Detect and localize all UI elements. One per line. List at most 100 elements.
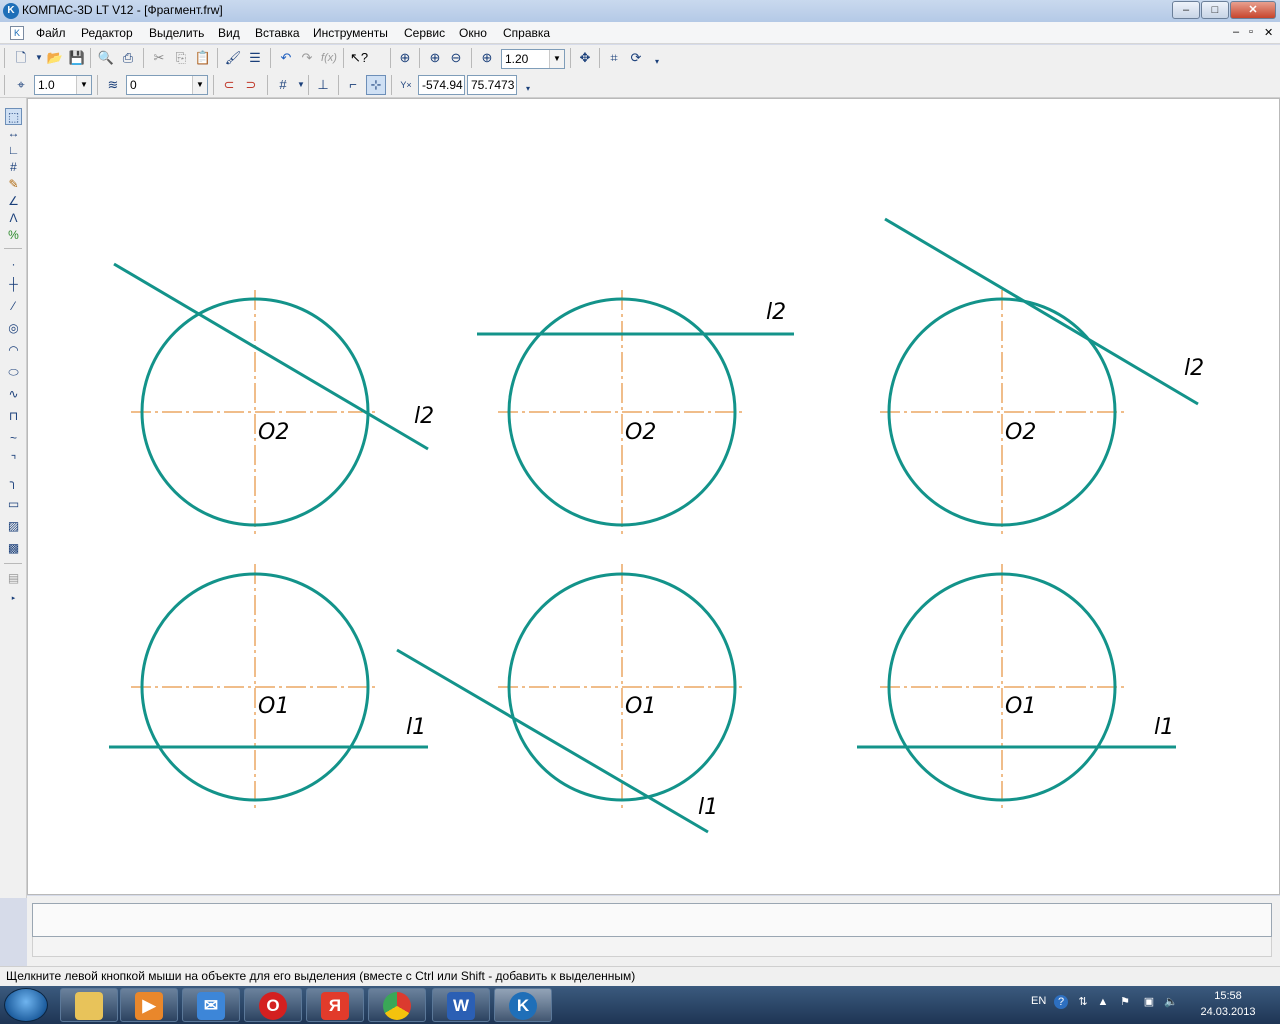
panel-more-icon[interactable]: ▸: [5, 590, 22, 607]
doc-restore-button[interactable]: ▫: [1249, 26, 1253, 38]
snap-global-icon[interactable]: ⊃: [242, 76, 260, 94]
library-icon[interactable]: ▤: [5, 570, 22, 587]
save-icon[interactable]: 💾: [68, 49, 86, 67]
open-icon[interactable]: 📂: [46, 49, 64, 67]
select-icon[interactable]: ⬚: [5, 108, 22, 125]
redo-icon[interactable]: ↷: [298, 49, 316, 67]
ellipse-icon[interactable]: ⬭: [5, 364, 22, 381]
taskbar-chrome[interactable]: [368, 988, 426, 1022]
coord-y-field[interactable]: 75.7473: [467, 75, 517, 95]
ortho-icon[interactable]: ⌐: [344, 76, 362, 94]
refresh-icon[interactable]: ⟳: [627, 49, 645, 67]
show-hidden-icon[interactable]: ▲: [1096, 995, 1110, 1009]
taskbar-explorer[interactable]: [60, 988, 118, 1022]
menu-view[interactable]: Вид: [218, 26, 240, 40]
chevron-down-icon[interactable]: ▼: [76, 76, 91, 94]
flag-icon[interactable]: ⚑: [1118, 995, 1132, 1009]
zoom-window-icon[interactable]: ⊕: [396, 49, 414, 67]
clock-date[interactable]: 24.03.2013: [1196, 1006, 1260, 1018]
fill-icon[interactable]: ▩: [5, 540, 22, 557]
document-icon[interactable]: K: [10, 26, 24, 40]
drawing-svg[interactable]: O2 O2 O2 O1 O1 O1 l2 l2 l2 l1 l1 l1: [28, 99, 1280, 896]
segment-icon[interactable]: ⁄: [5, 298, 22, 315]
polyline-icon[interactable]: ⊓: [5, 408, 22, 425]
layer-combo[interactable]: 0 ▼: [126, 75, 208, 95]
grid-icon[interactable]: #: [274, 76, 292, 94]
rectangle-icon[interactable]: ▭: [5, 496, 22, 513]
zoom-in-icon[interactable]: ⊕: [426, 49, 444, 67]
toolbar-more-icon[interactable]: ▾: [519, 80, 537, 98]
print-icon[interactable]: ⎙: [119, 49, 137, 67]
hatch-icon[interactable]: ▨: [5, 518, 22, 535]
maximize-button[interactable]: □: [1201, 1, 1229, 19]
taskbar-kompas[interactable]: K: [494, 988, 552, 1022]
snap-toggle-icon[interactable]: ⊹: [366, 75, 386, 95]
preview-icon[interactable]: 🔍: [97, 49, 115, 67]
taskbar-media-player[interactable]: ▶: [120, 988, 178, 1022]
menu-file[interactable]: Файл: [36, 26, 66, 40]
circle-icon[interactable]: ◎: [5, 320, 22, 337]
menu-help[interactable]: Справка: [503, 26, 550, 40]
start-button[interactable]: [4, 988, 48, 1022]
undo-icon[interactable]: ↶: [277, 49, 295, 67]
toolbar-more-icon[interactable]: ▾: [648, 53, 666, 71]
chamfer-icon[interactable]: ⌝: [5, 452, 22, 469]
menu-tools[interactable]: Инструменты: [313, 26, 388, 40]
measure-icon[interactable]: %: [5, 227, 22, 244]
grid-icon[interactable]: #: [5, 159, 22, 176]
menu-select[interactable]: Выделить: [149, 26, 204, 40]
copy-icon[interactable]: ⎘: [172, 49, 190, 67]
menu-insert[interactable]: Вставка: [255, 26, 300, 40]
format-brush-icon[interactable]: 🖌: [224, 49, 242, 67]
pan-icon[interactable]: ✥: [576, 49, 594, 67]
symbols-icon[interactable]: Ʌ: [5, 210, 22, 227]
drawing-canvas[interactable]: O2 O2 O2 O1 O1 O1 l2 l2 l2 l1 l1 l1: [27, 98, 1280, 895]
help-pointer-icon[interactable]: ↖?: [350, 49, 368, 67]
doc-close-button[interactable]: ✕: [1264, 26, 1273, 39]
cut-icon[interactable]: ✂: [150, 49, 168, 67]
aux-line-icon[interactable]: ┼: [5, 276, 22, 293]
network-icon[interactable]: ⇅: [1076, 995, 1090, 1009]
fillet-icon[interactable]: ╮: [5, 474, 22, 491]
zoom-scale-icon[interactable]: ⊕: [478, 49, 496, 67]
chevron-down-icon[interactable]: ▼: [192, 76, 207, 94]
help-icon[interactable]: ?: [1054, 995, 1068, 1009]
step-combo[interactable]: 1.0 ▼: [34, 75, 92, 95]
monitor-icon[interactable]: ▣: [1142, 995, 1156, 1009]
cursor-step-icon[interactable]: ⌖: [12, 76, 30, 94]
properties-icon[interactable]: ☰: [246, 49, 264, 67]
dimensions-icon[interactable]: ↔: [5, 125, 22, 142]
minimize-button[interactable]: –: [1172, 1, 1200, 19]
spline-icon[interactable]: ∿: [5, 386, 22, 403]
volume-icon[interactable]: 🔈: [1164, 995, 1178, 1009]
menu-window[interactable]: Окно: [459, 26, 487, 40]
layers-icon[interactable]: ≋: [104, 76, 122, 94]
zoom-combo[interactable]: 1.20 ▼: [501, 49, 565, 69]
doc-minimize-button[interactable]: –: [1233, 26, 1239, 38]
variables-icon[interactable]: f(x): [320, 49, 338, 67]
arc-icon[interactable]: ◠: [5, 342, 22, 359]
new-icon[interactable]: 🗋: [12, 49, 30, 67]
geometry-icon[interactable]: ∟: [5, 142, 22, 159]
point-icon[interactable]: ·: [5, 256, 22, 273]
menu-service[interactable]: Сервис: [404, 26, 445, 40]
kompas-app-icon[interactable]: K: [3, 3, 19, 19]
paste-icon[interactable]: 📋: [194, 49, 212, 67]
properties-field[interactable]: [32, 903, 1272, 937]
parametric-icon[interactable]: ∠: [5, 193, 22, 210]
language-indicator[interactable]: EN: [1031, 995, 1046, 1007]
snap-local-icon[interactable]: ⊂: [220, 76, 238, 94]
local-cs-icon[interactable]: ⊥: [314, 76, 332, 94]
taskbar-mail[interactable]: ✉: [182, 988, 240, 1022]
coord-x-field[interactable]: -574.94: [418, 75, 465, 95]
taskbar-yandex[interactable]: Я: [306, 988, 364, 1022]
edit-icon[interactable]: ✎: [5, 176, 22, 193]
taskbar-opera[interactable]: O: [244, 988, 302, 1022]
bezier-icon[interactable]: ~: [5, 430, 22, 447]
chevron-down-icon[interactable]: ▼: [549, 50, 564, 68]
menu-editor[interactable]: Редактор: [81, 26, 133, 40]
taskbar-word[interactable]: W: [432, 988, 490, 1022]
close-button[interactable]: ✕: [1230, 1, 1276, 19]
redraw-icon[interactable]: ⌗: [605, 49, 623, 67]
zoom-out-icon[interactable]: ⊖: [447, 49, 465, 67]
